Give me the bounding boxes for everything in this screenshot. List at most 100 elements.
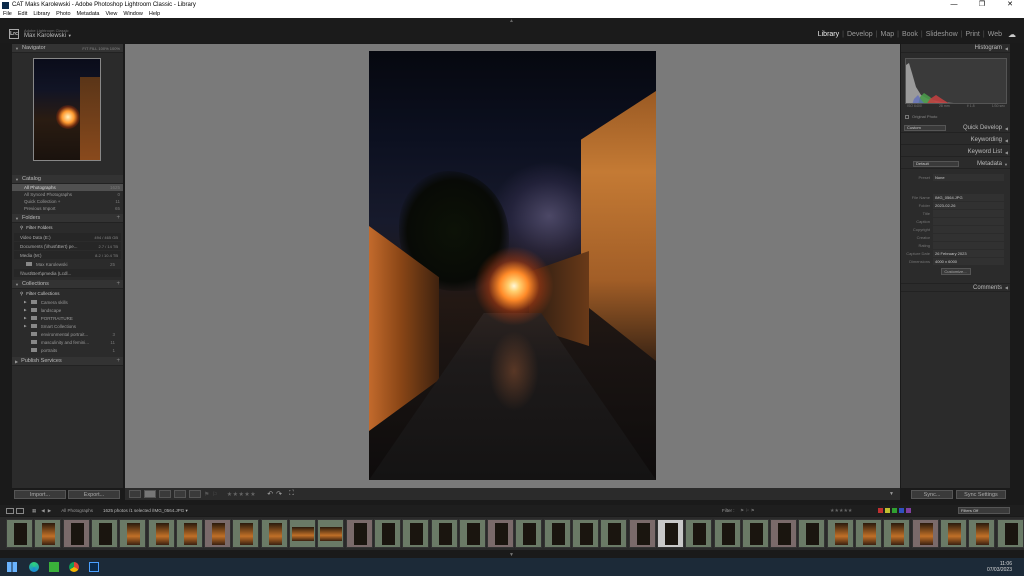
filmstrip-thumbnail[interactable] [34,519,62,548]
metadata-value[interactable]: 2023-02-26 [933,201,1004,209]
add-publish-service-button[interactable]: + [116,358,120,364]
original-photo-toggle[interactable]: Original Photo [905,114,937,119]
metadata-value[interactable] [933,225,1004,233]
filmstrip-thumbnail[interactable] [855,519,882,548]
menu-library[interactable]: Library [33,11,50,17]
filmstrip-thumbnail[interactable] [487,519,515,548]
filmstrip-thumbnail[interactable] [62,519,90,548]
maximize-button[interactable]: ❐ [968,0,996,10]
grid-icon[interactable]: ▦ [32,508,36,514]
export-button[interactable]: Export... [68,490,120,499]
filmstrip-thumbnail[interactable] [402,519,430,548]
flag-pick-icon[interactable]: ⚑ [204,491,209,498]
back-icon[interactable]: ◀ [41,508,44,514]
filter-stars[interactable]: ★★★★★ [830,508,852,514]
main-photo[interactable] [369,51,656,480]
catalog-item[interactable]: All Synced Photographs 0 [12,191,123,198]
metadata-header[interactable]: Metadata ▼ Default [901,160,1010,169]
filmstrip-thumbnail[interactable] [798,519,826,548]
filmstrip-thumbnail[interactable] [6,519,33,548]
filmstrip-info[interactable]: 1625 photos /1 selected /IMG_0564.JPG ▾ [103,508,188,514]
filter-folders[interactable]: ⚲ Filter Folders [12,223,123,232]
add-collection-button[interactable]: + [116,281,120,287]
filmstrip-thumbnail[interactable] [741,519,769,548]
filmstrip-thumbnail[interactable] [543,519,571,548]
module-slideshow[interactable]: Slideshow [926,31,958,38]
filmstrip-thumbnail[interactable] [119,519,147,548]
menu-view[interactable]: View [105,11,117,17]
greenshot-icon[interactable] [49,562,59,572]
catalog-header[interactable]: ▼ Catalog [12,175,123,184]
filmstrip-thumbnail[interactable] [289,519,316,548]
filmstrip-thumbnail[interactable] [628,519,656,548]
histogram-graph[interactable] [905,58,1007,104]
module-web[interactable]: Web [988,31,1002,38]
filmstrip-thumbnail[interactable] [175,519,203,548]
filmstrip-thumbnail[interactable] [911,519,939,548]
filmstrip-thumbnail[interactable] [685,519,713,548]
menu-edit[interactable]: Edit [18,11,27,17]
navigator-header[interactable]: ▼ Navigator FIT FILL 100% 100% [12,44,123,53]
histogram-header[interactable]: Histogram ◀ [901,44,1010,53]
metadata-value[interactable]: IMG_0564.JPG [933,193,1004,201]
collection-set[interactable]: ▶ PORTRAITURE [12,314,123,322]
rotate-left-icon[interactable]: ↶ [267,490,273,498]
navigator-preview[interactable] [12,53,123,175]
volume-item[interactable]: \\hust\Bert\pmedia (Lcdl... [14,269,121,277]
filter-flags-icon[interactable]: ⚑ ⚐ ⚑ [740,508,755,514]
filmstrip-thumbnail[interactable] [968,519,996,548]
module-develop[interactable]: Develop [847,31,873,38]
add-folder-button[interactable]: + [116,215,120,221]
metadata-value[interactable]: 4000 x 6000 [933,257,1004,265]
module-library[interactable]: Library [818,31,839,38]
filmstrip-thumbnail[interactable] [458,519,486,548]
sync-settings-button[interactable]: Sync Settings [956,490,1006,499]
menu-window[interactable]: Window [123,11,143,17]
catalog-item[interactable]: All Photographs 1625 [12,184,123,191]
quick-develop-preset-select[interactable]: Custom [904,125,946,131]
filmstrip-thumbnail[interactable] [345,519,373,548]
filmstrip-thumbnail[interactable] [883,519,911,548]
catalog-item[interactable]: Previous Import 65 [12,205,123,212]
filmstrip-thumbnail[interactable] [430,519,458,548]
volume-item[interactable]: Media (M:) 8.2 / 10.4 TB [14,251,121,259]
crop-overlay-icon[interactable]: ⛶ [289,490,294,498]
filmstrip-thumbnail[interactable] [996,519,1024,548]
rotate-right-icon[interactable]: ↷ [276,490,282,498]
flag-reject-icon[interactable]: ⚐ [212,491,217,498]
filmstrip-thumbnail[interactable] [232,519,260,548]
filmstrip-thumbnail[interactable] [826,519,854,548]
catalog-item[interactable]: Quick Collection + 11 [12,198,123,205]
metadata-value[interactable] [933,209,1004,217]
filter-collections[interactable]: ⚲ Filter Collections [12,289,123,298]
minimize-button[interactable]: — [940,0,968,10]
filmstrip-thumbnail[interactable] [713,519,741,548]
filter-color-labels[interactable] [878,508,911,513]
top-panel-toggle-icon[interactable]: ▲ [509,18,514,24]
collection-set[interactable]: ▶ landscape [12,306,123,314]
quick-develop-header[interactable]: Quick Develop ◀ Custom [901,124,1010,133]
collection-item[interactable]: portraits 1 [12,346,123,354]
volume-item[interactable]: Documents (\\hust\Bert) pe... 2.7 / 14 TB [14,242,121,250]
rating-stars[interactable]: ★★★★★ [227,491,256,498]
publish-services-header[interactable]: ▶ Publish Services + [12,357,123,366]
module-print[interactable]: Print [965,31,979,38]
filmstrip-thumbnail[interactable] [317,519,345,548]
chrome-icon[interactable] [69,562,79,572]
edge-icon[interactable] [29,562,39,572]
cloud-icon[interactable]: ☁ [1008,30,1016,39]
filmstrip-thumbnail[interactable] [572,519,599,548]
collection-item[interactable]: environmental portrait... 3 [12,330,123,338]
menu-metadata[interactable]: Metadata [77,11,100,17]
filmstrip-thumbnail[interactable] [600,519,628,548]
identity-user[interactable]: Max Karolewski ▼ [24,33,72,39]
menu-photo[interactable]: Photo [56,11,70,17]
navigator-zoom-options[interactable]: FIT FILL 100% 100% [82,46,120,51]
compare-view-button[interactable] [159,490,171,498]
page-one-button[interactable] [6,507,14,514]
volume-item[interactable]: Video Data (E:) 494 / 465 GB [14,233,121,241]
menu-file[interactable]: File [3,11,12,17]
module-book[interactable]: Book [902,31,918,38]
metadata-view-select[interactable]: Default [913,161,959,167]
module-map[interactable]: Map [880,31,894,38]
